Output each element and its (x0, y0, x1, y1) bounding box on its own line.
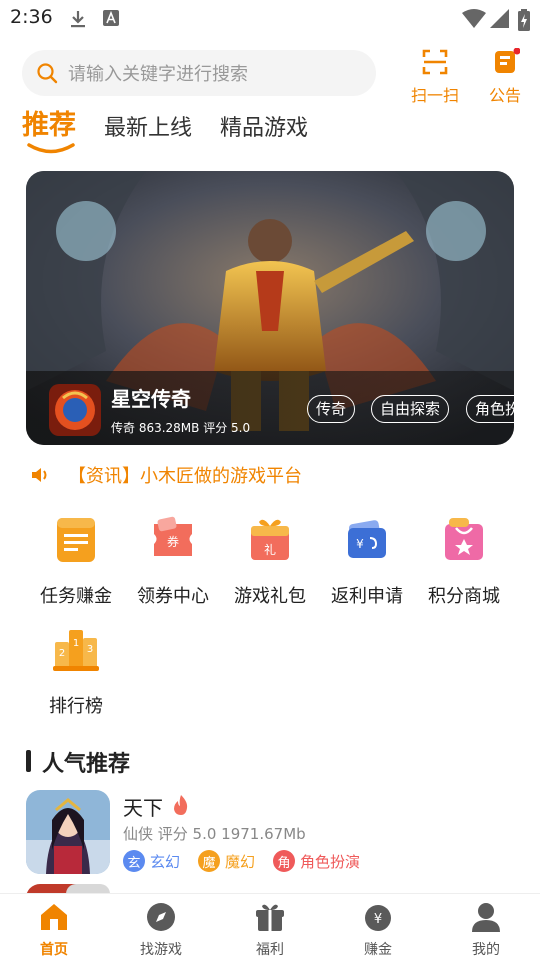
tab-new[interactable]: 最新上线 (104, 109, 192, 149)
feature-label: 游戏礼包 (234, 586, 306, 607)
nav-mine[interactable]: 我的 (451, 902, 521, 959)
notice-button[interactable]: 公告 (479, 47, 531, 106)
wifi-icon (462, 9, 486, 28)
news-text: 【资讯】小木匠做的游戏平台 (68, 466, 302, 487)
svg-text:2: 2 (59, 648, 65, 659)
tag-badge: 魔 (198, 850, 220, 872)
search-icon (37, 63, 58, 84)
status-time: 2:36 (10, 6, 53, 28)
feature-label: 领券中心 (137, 586, 209, 607)
svg-text:¥: ¥ (374, 912, 382, 927)
feature-ranking[interactable]: 2 1 3 排行榜 (28, 624, 124, 718)
banner-title: 星空传奇 (111, 387, 191, 411)
feature-label: 积分商城 (428, 586, 500, 607)
game-name: 天下 (123, 796, 163, 820)
ranking-icon: 2 1 3 (53, 630, 99, 671)
tab-recommend-label: 推荐 (22, 110, 76, 141)
game-meta: 仙侠 评分 5.0 1971.67Mb (123, 825, 306, 843)
section-title: 人气推荐 (42, 752, 131, 777)
tag-label: 玄幻 (150, 852, 181, 871)
svg-text:3: 3 (87, 644, 93, 655)
svg-text:礼: 礼 (264, 542, 276, 557)
nav-home[interactable]: 首页 (19, 902, 89, 959)
feature-points-mall[interactable]: 积分商城 (416, 514, 512, 608)
game-tag: 玄 玄幻 (123, 850, 180, 872)
tab-new-label: 最新上线 (104, 116, 193, 141)
scan-icon (422, 49, 448, 75)
nav-label: 首页 (40, 942, 68, 958)
a-icon (103, 10, 119, 26)
tab-active-indicator (27, 143, 75, 154)
category-tabs: 推荐 最新上线 精品游戏 (22, 106, 336, 158)
battery-icon (518, 9, 530, 31)
tag-label: 角色扮演 (300, 852, 361, 871)
notice-icon (495, 47, 521, 73)
game-thumbnail (26, 790, 110, 874)
search-placeholder: 请输入关键字进行搜索 (68, 64, 248, 85)
feature-gift[interactable]: 礼 游戏礼包 (222, 514, 318, 608)
feature-label: 排行榜 (49, 696, 103, 717)
banner-game-icon (49, 384, 101, 436)
gift-icon: 礼 (251, 519, 289, 560)
feature-rebate[interactable]: ¥ 返利申请 (319, 514, 415, 608)
tag-badge: 角 (273, 850, 295, 872)
compass-icon (147, 903, 175, 931)
rebate-icon: ¥ (348, 520, 386, 558)
feature-coupon[interactable]: 券 领券中心 (125, 514, 221, 608)
nav-earn[interactable]: ¥ 赚金 (343, 902, 413, 959)
signal-icon (490, 9, 509, 28)
section-marker (26, 750, 31, 772)
points-mall-icon (445, 518, 483, 560)
scan-label: 扫一扫 (410, 86, 459, 105)
bottom-navigation: 首页 找游戏 福利 ¥ 赚金 我的 (0, 893, 540, 960)
download-icon (71, 11, 85, 28)
nav-label: 我的 (472, 942, 500, 958)
feature-label: 任务赚金 (40, 586, 112, 607)
game-tag: 角 角色扮演 (273, 850, 360, 872)
tag-badge: 玄 (123, 850, 145, 872)
hot-flame-icon (174, 795, 188, 815)
tab-featured-label: 精品游戏 (220, 116, 309, 141)
banner-meta: 传奇 863.28MB 评分 5.0 (111, 421, 251, 435)
featured-banner[interactable]: 星空传奇 传奇 863.28MB 评分 5.0 传奇 自由探索 角色扮 (26, 171, 514, 445)
nav-label: 赚金 (364, 942, 392, 958)
svg-text:券: 券 (167, 534, 179, 549)
coupon-icon: 券 (154, 516, 192, 556)
home-icon (41, 904, 67, 930)
svg-text:¥: ¥ (356, 537, 364, 551)
feature-task[interactable]: 任务赚金 (28, 514, 124, 608)
task-icon (57, 518, 95, 562)
news-ticker[interactable]: 【资讯】小木匠做的游戏平台 (30, 462, 302, 488)
banner-tag: 自由探索 (371, 395, 450, 423)
game-list-item[interactable]: 天下 仙侠 评分 5.0 1971.67Mb 玄 玄幻 魔 魔幻 角 角色扮演 (26, 790, 516, 876)
banner-info-bar: 星空传奇 传奇 863.28MB 评分 5.0 传奇 自由探索 角色扮 (26, 371, 514, 445)
money-bag-icon: ¥ (365, 905, 391, 931)
nav-label: 找游戏 (140, 942, 182, 958)
tab-featured[interactable]: 精品游戏 (220, 109, 308, 149)
scan-button[interactable]: 扫一扫 (409, 48, 461, 106)
game-tag: 魔 魔幻 (198, 850, 255, 872)
banner-tag: 传奇 (307, 395, 356, 423)
tag-label: 魔幻 (225, 852, 256, 871)
speaker-icon (32, 468, 47, 482)
feature-label: 返利申请 (331, 586, 403, 607)
nav-welfare[interactable]: 福利 (235, 902, 305, 959)
gift-icon (256, 904, 284, 931)
nav-find-games[interactable]: 找游戏 (126, 902, 196, 959)
nav-label: 福利 (256, 942, 284, 958)
svg-text:1: 1 (73, 638, 79, 649)
banner-tag: 角色扮 (466, 395, 514, 423)
status-bar: 2:36 (0, 0, 540, 36)
notice-label: 公告 (488, 86, 521, 105)
user-icon (472, 903, 500, 932)
search-input[interactable]: 请输入关键字进行搜索 (22, 50, 376, 96)
tab-recommend[interactable]: 推荐 (22, 106, 76, 154)
